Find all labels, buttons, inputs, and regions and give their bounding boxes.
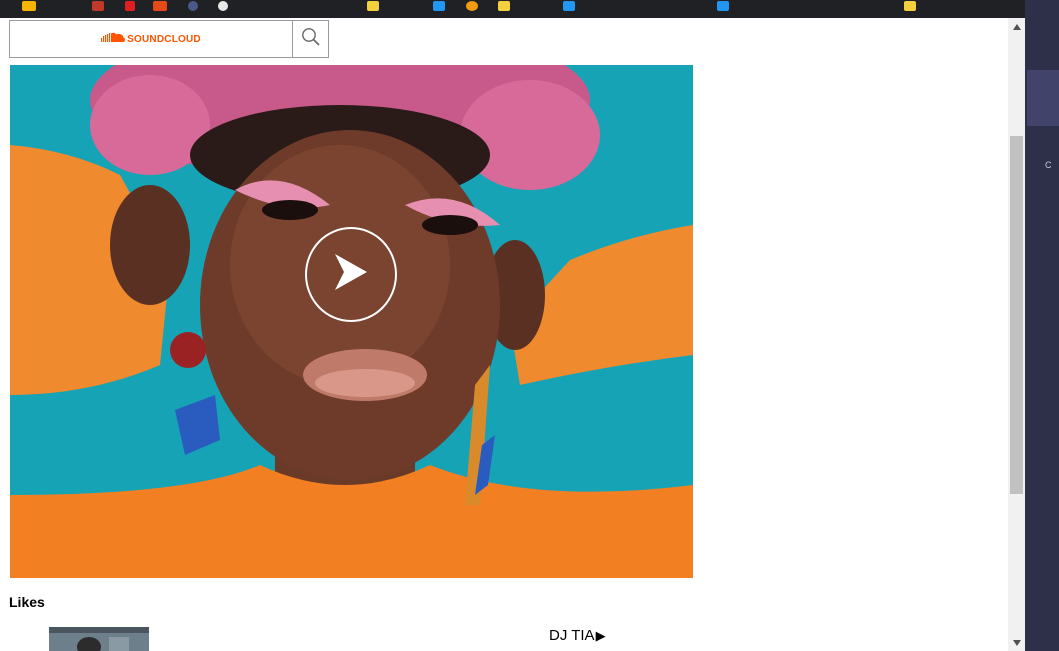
bookmark-icon[interactable] bbox=[717, 1, 729, 11]
scroll-up-arrow-icon[interactable] bbox=[1008, 18, 1025, 35]
soundcloud-logo-text: SOUNDCLOUD bbox=[127, 33, 201, 45]
track-artwork[interactable] bbox=[10, 65, 693, 578]
search-button[interactable] bbox=[293, 21, 328, 57]
soundcloud-logo: SOUNDCLOUD bbox=[101, 30, 201, 48]
play-icon bbox=[333, 252, 369, 297]
scroll-down-arrow-icon[interactable] bbox=[1008, 634, 1025, 651]
bookmark-icon[interactable] bbox=[153, 1, 167, 11]
bookmark-icon[interactable] bbox=[563, 1, 575, 11]
like-item-title-text: DJ TIA bbox=[549, 627, 595, 644]
bookmark-icon[interactable] bbox=[498, 1, 510, 11]
search-icon bbox=[301, 27, 321, 52]
bookmark-icon[interactable] bbox=[367, 1, 379, 11]
bookmark-icon[interactable] bbox=[92, 1, 104, 11]
soundcloud-widget-header: SOUNDCLOUD bbox=[9, 20, 329, 58]
soundcloud-cloud-icon bbox=[101, 30, 126, 48]
bookmark-icon[interactable] bbox=[125, 1, 135, 11]
bookmark-icon[interactable] bbox=[22, 1, 36, 11]
like-item-title[interactable]: DJ TIA ▶ bbox=[549, 627, 606, 644]
bookmark-icon[interactable] bbox=[433, 1, 445, 11]
side-strip-label: C bbox=[1045, 160, 1052, 170]
like-item-artwork bbox=[49, 627, 149, 651]
play-icon[interactable]: ▶ bbox=[596, 628, 606, 644]
play-button[interactable] bbox=[305, 227, 397, 322]
likes-heading: Likes bbox=[9, 594, 45, 610]
bookmark-icon[interactable] bbox=[466, 1, 478, 11]
bookmark-bar bbox=[0, 0, 1032, 18]
page-content: SOUNDCLOUD Likes DJ TIA ▶ bbox=[0, 18, 1008, 651]
bookmark-icon[interactable] bbox=[218, 1, 228, 11]
page-scrollbar[interactable] bbox=[1008, 18, 1025, 651]
scrollbar-thumb[interactable] bbox=[1010, 136, 1023, 494]
bookmark-icon[interactable] bbox=[188, 1, 198, 11]
side-strip-active-item[interactable] bbox=[1027, 70, 1059, 126]
side-app-strip: C bbox=[1025, 0, 1059, 651]
soundcloud-logo-link[interactable]: SOUNDCLOUD bbox=[10, 21, 293, 57]
like-item-thumbnail[interactable] bbox=[49, 627, 149, 651]
bookmark-icon[interactable] bbox=[904, 1, 916, 11]
